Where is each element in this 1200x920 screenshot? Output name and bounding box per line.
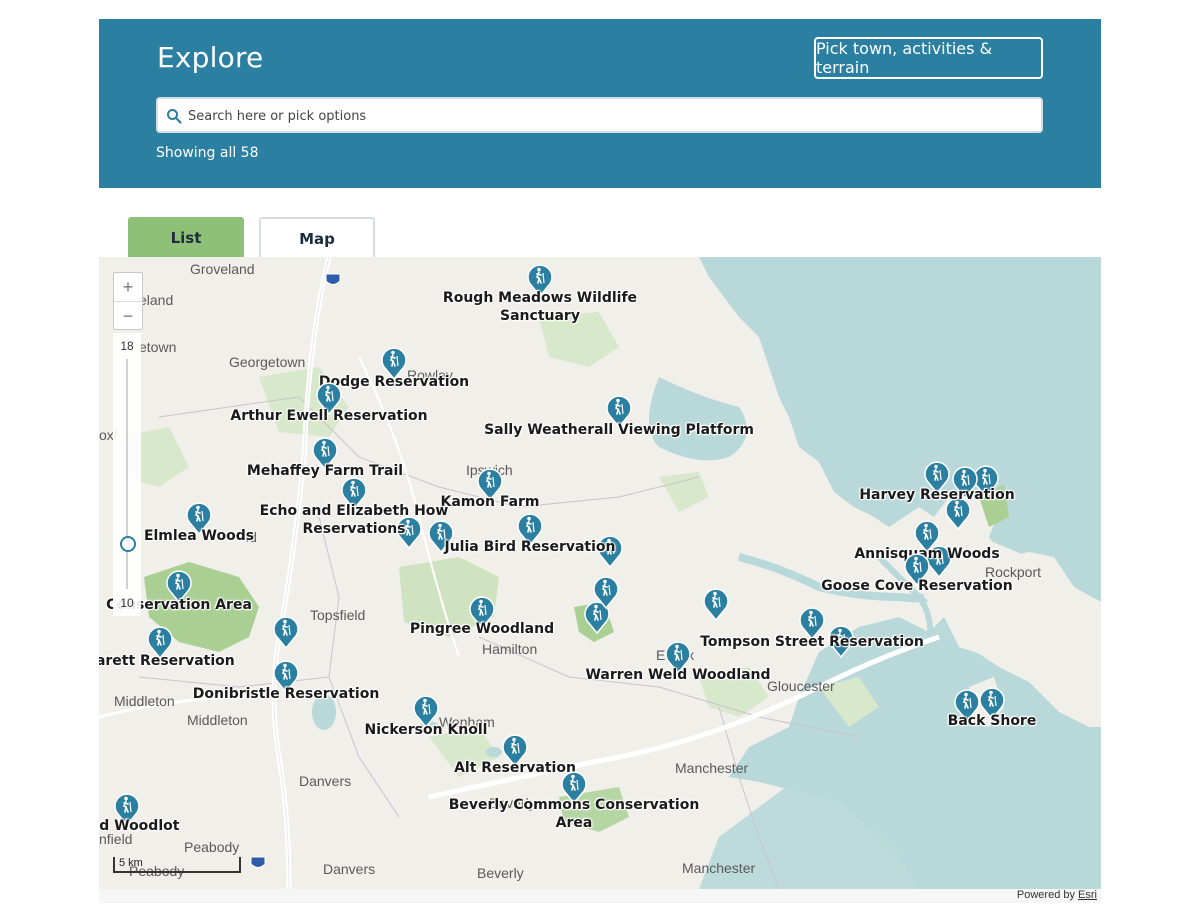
marker-label[interactable]: Kamon Farm (440, 493, 539, 511)
zoom-min-label: 10 (120, 596, 134, 610)
marker-label-line: Echo and Elizabeth How (259, 503, 449, 519)
marker-label-line: Donibristle Reservation (192, 686, 380, 702)
tab-list[interactable]: List (128, 217, 244, 258)
place-label: Topsfield (310, 607, 366, 623)
marker-label-line: Elmlea Woods (143, 528, 255, 544)
zoom-slider-track[interactable] (126, 359, 128, 589)
marker-label-line: Mehaffey Farm Trail (246, 463, 404, 479)
place-label: Danvers (323, 861, 376, 877)
marker-label[interactable]: Alt Reservation (454, 759, 576, 777)
place-label: Beverly (477, 865, 524, 881)
marker-label[interactable]: Beverly Commons Conservation Area (449, 796, 700, 832)
place-label: etown (139, 339, 177, 355)
marker-label-line: Nickerson Knoll (364, 722, 488, 738)
attribution-prefix: Powered by (1016, 889, 1075, 901)
place-label: Danvers (299, 773, 352, 789)
hiking-marker-icon[interactable] (703, 587, 729, 621)
map-attribution: Powered by Esri (99, 889, 1101, 903)
marker-label-line: Tompson Street Reservation (700, 634, 924, 650)
marker-label-line: Harvey Reservation (859, 487, 1015, 503)
marker-label[interactable]: Tompson Street Reservation (700, 633, 924, 651)
zoom-slider[interactable]: 18 10 (113, 333, 141, 616)
marker-label[interactable]: Donibristle Reservation (193, 685, 380, 703)
place-label: Manchester (675, 760, 749, 776)
place-label: Middleton (187, 712, 248, 728)
marker-label-line: Barett Reservation (99, 653, 235, 669)
place-label: Georgetown (229, 354, 306, 370)
marker-label[interactable]: Back Shore (948, 712, 1037, 730)
marker-label[interactable]: Rough Meadows Wildlife Sanctuary (443, 289, 637, 325)
marker-label-line: Kamon Farm (440, 494, 540, 510)
marker-label[interactable]: Mehaffey Farm Trail (247, 462, 403, 480)
hiking-marker-icon[interactable] (273, 615, 299, 649)
search-icon (167, 109, 182, 124)
hiking-marker-icon[interactable] (593, 575, 619, 609)
marker-label[interactable]: Harvey Reservation (859, 486, 1014, 504)
search-box[interactable] (156, 97, 1043, 133)
route-shield-95-north (325, 273, 341, 285)
map-view[interactable]: Groveland Georgetown Rowley Ipswich Tops… (99, 257, 1101, 889)
place-label: Peabody (184, 839, 240, 855)
marker-label-line: Warren Weld Woodland (585, 667, 771, 683)
place-label: Gloucester (767, 678, 835, 694)
place-label: Hamilton (482, 641, 538, 657)
tab-map[interactable]: Map (259, 217, 375, 258)
marker-label[interactable]: Nickerson Knoll (365, 721, 488, 739)
place-label: Groveland (190, 261, 255, 277)
explore-header: Explore Pick town, activities & terrain … (99, 19, 1101, 188)
place-label: Manchester (682, 860, 756, 876)
route-shield-95-south (250, 856, 266, 868)
search-input[interactable] (186, 102, 1030, 130)
zoom-controls: + − (113, 272, 143, 330)
marker-label[interactable]: Elmlea Woods (144, 527, 254, 545)
marker-label[interactable]: field Woodlot (99, 817, 179, 835)
zoom-max-label: 18 (120, 339, 134, 353)
zoom-slider-thumb[interactable] (120, 536, 136, 552)
marker-label-line: Sanctuary (500, 308, 580, 324)
place-label: eland (139, 292, 174, 308)
page-title: Explore (157, 41, 264, 74)
marker-label[interactable]: Julia Bird Reservation (444, 538, 615, 556)
zoom-out-button[interactable]: − (114, 301, 142, 330)
marker-label-line: Julia Bird Reservation (444, 539, 616, 555)
zoom-in-button[interactable]: + (114, 273, 142, 301)
marker-label[interactable]: Arthur Ewell Reservation (230, 407, 427, 425)
marker-label[interactable]: Pingree Woodland (410, 620, 554, 638)
scale-bar: 5 km (113, 857, 241, 873)
marker-label-line: Alt Reservation (454, 760, 576, 776)
marker-label-line: Area (555, 815, 593, 831)
marker-label[interactable]: Goose Cove Reservation (821, 577, 1012, 595)
marker-label-line: Pingree Woodland (409, 621, 555, 637)
marker-label-line: Goose Cove Reservation (821, 578, 1013, 594)
marker-label-line: Back Shore (947, 713, 1037, 729)
marker-label-line: Rough Meadows Wildlife (442, 290, 638, 306)
result-count: Showing all 58 (156, 145, 259, 161)
esri-link[interactable]: Esri (1078, 889, 1097, 901)
marker-label-line: Arthur Ewell Reservation (230, 408, 428, 424)
marker-label-line: Reservations (302, 521, 406, 537)
marker-label-line: field Woodlot (99, 818, 180, 834)
filter-options-button[interactable]: Pick town, activities & terrain (814, 37, 1043, 79)
marker-label-line: Sally Weatherall Viewing Platform (484, 422, 754, 438)
marker-label[interactable]: Echo and Elizabeth How Reservations (260, 502, 449, 538)
place-label: Middleton (114, 693, 175, 709)
marker-label[interactable]: Sally Weatherall Viewing Platform (484, 421, 754, 439)
marker-label[interactable]: Barett Reservation (99, 652, 235, 670)
marker-label[interactable]: Warren Weld Woodland (585, 666, 770, 684)
marker-label-line: Beverly Commons Conservation (448, 797, 700, 813)
